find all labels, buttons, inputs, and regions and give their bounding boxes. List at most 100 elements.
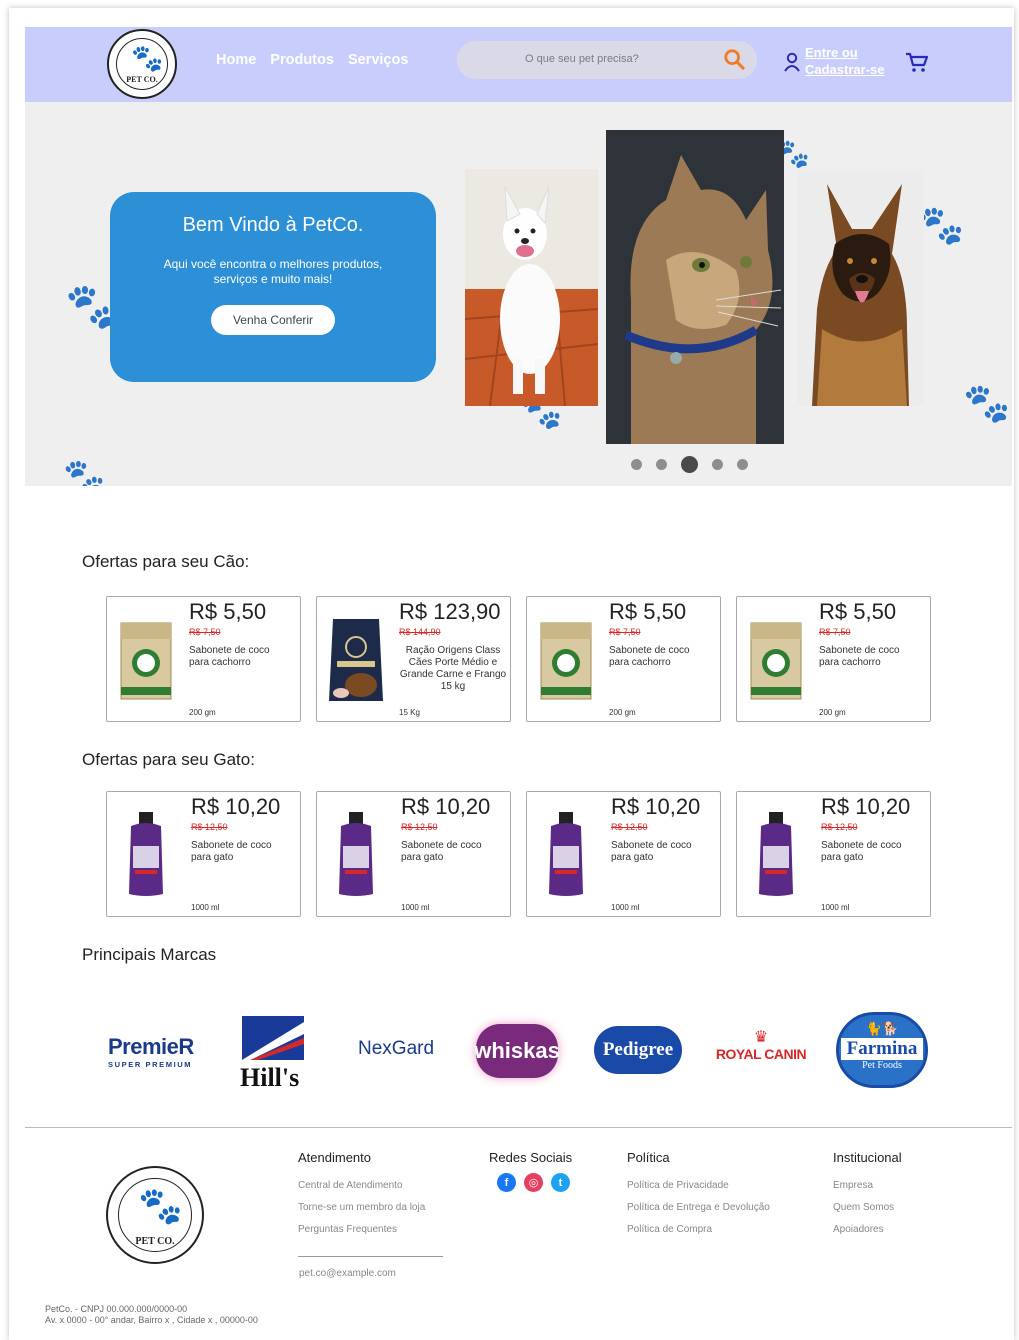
footer-logo[interactable]: 🐾 PET CO. — [106, 1166, 204, 1264]
soap-box-image — [120, 622, 172, 700]
facebook-icon[interactable]: f — [497, 1173, 516, 1192]
footer-line — [298, 1256, 443, 1257]
paw-decoration-icon: 🐾 — [63, 458, 106, 486]
brand-farmina[interactable]: 🐈🐕 Farmina Pet Foods — [836, 1012, 928, 1088]
product-description: Sabonete de coco para cachorro — [819, 645, 900, 668]
shampoo-bottle-image — [549, 812, 583, 896]
brand-nexgard[interactable]: NexGard — [358, 1038, 434, 1060]
product-price: R$ 10,20 — [821, 794, 911, 819]
footer-politica: Política Política de Privacidade Polític… — [627, 1150, 770, 1235]
footer-link[interactable]: Apoiadores — [833, 1224, 902, 1235]
footer-link[interactable]: Perguntas Frequentes — [298, 1224, 425, 1235]
dog-offers-title: Ofertas para seu Cão: — [82, 552, 250, 571]
carousel-dot[interactable] — [656, 459, 667, 470]
footer-divider — [25, 1127, 1012, 1128]
search-placeholder: O que seu pet precisa? — [525, 53, 639, 65]
carousel-dot[interactable] — [712, 459, 723, 470]
product-old-price: R$ 7,50 — [819, 627, 851, 637]
paw-decoration-icon: 🐾 — [963, 383, 1011, 425]
brands-row: PremieR SUPER PREMIUM Hill's NexGard whi… — [0, 1008, 1019, 1098]
search-input[interactable]: O que seu pet precisa? — [457, 41, 757, 79]
hero-banner: 🐾 🐾 🐾 🐾 🐾 🐾 Bem Vindo à PetCo. Aqui você… — [25, 102, 1012, 486]
product-old-price: R$ 12,50 — [821, 822, 858, 832]
twitter-icon[interactable]: t — [551, 1173, 570, 1192]
cart-icon[interactable] — [905, 51, 929, 73]
cat-offers-list: R$ 10,20 R$ 12,50 Sabonete de coco para … — [106, 791, 931, 917]
product-price: R$ 5,50 — [189, 599, 267, 624]
footer-email-link[interactable]: pet.co@example.com — [299, 1268, 396, 1279]
brands-title: Principais Marcas — [82, 945, 217, 964]
product-size: 1000 ml — [821, 903, 850, 912]
footer-link[interactable]: Política de Compra — [627, 1224, 770, 1235]
hills-emblem-icon — [242, 1016, 304, 1064]
product-card[interactable]: R$ 10,20 R$ 12,50 Sabonete de coco para … — [526, 791, 721, 917]
footer-link[interactable]: Central de Atendimento — [298, 1180, 425, 1191]
dog-food-bag-image — [329, 619, 383, 701]
product-description: Sabonete de coco para gato — [821, 840, 902, 863]
product-old-price: R$ 144,90 — [399, 627, 441, 637]
company-address: PetCo. - CNPJ 00.000.000/0000-00 Av. x 0… — [45, 1304, 258, 1325]
product-price: R$ 123,90 — [399, 599, 501, 624]
product-description: Sabonete de coco para gato — [191, 840, 272, 863]
nav-servicos[interactable]: Serviços — [348, 52, 408, 68]
product-old-price: R$ 7,50 — [189, 627, 221, 637]
crown-icon: ♛ — [753, 1029, 769, 1046]
product-price: R$ 5,50 — [609, 599, 687, 624]
carousel-dot[interactable] — [631, 459, 642, 470]
hero-title: Bem Vindo à PetCo. — [182, 214, 364, 236]
product-description: Sabonete de coco para cachorro — [609, 645, 690, 668]
product-card[interactable]: R$ 10,20 R$ 12,50 Sabonete de coco para … — [736, 791, 931, 917]
footer-institucional: Institucional Empresa Quem Somos Apoiado… — [833, 1150, 902, 1235]
shampoo-bottle-image — [129, 812, 163, 896]
product-size: 1000 ml — [611, 903, 640, 912]
footer-link[interactable]: Torne-se um membro da loja — [298, 1202, 425, 1213]
product-card[interactable]: R$ 5,50 R$ 7,50 Sabonete de coco para ca… — [736, 596, 931, 722]
brand-hills[interactable]: Hill's — [236, 1014, 314, 1094]
product-size: 15 Kg — [399, 708, 420, 717]
product-price: R$ 5,50 — [819, 599, 897, 624]
product-size: 200 gm — [609, 708, 636, 717]
shampoo-bottle-image — [759, 812, 793, 896]
venha-conferir-button[interactable]: Venha Conferir — [210, 305, 336, 335]
brand-premier[interactable]: PremieR SUPER PREMIUM — [108, 1034, 194, 1069]
product-card[interactable]: R$ 10,20 R$ 12,50 Sabonete de coco para … — [106, 791, 301, 917]
product-card[interactable]: R$ 10,20 R$ 12,50 Sabonete de coco para … — [316, 791, 511, 917]
product-old-price: R$ 12,50 — [191, 822, 228, 832]
product-size: 200 gm — [819, 708, 846, 717]
paw-icon: 🐾 — [138, 1185, 183, 1226]
paw-icon: 🐾 — [131, 43, 164, 73]
product-card[interactable]: R$ 5,50 R$ 7,50 Sabonete de coco para ca… — [106, 596, 301, 722]
footer-link[interactable]: Empresa — [833, 1180, 902, 1191]
footer-link[interactable]: Quem Somos — [833, 1202, 902, 1213]
white-dog-photo — [465, 169, 598, 406]
welcome-card: Bem Vindo à PetCo. Aqui você encontra o … — [110, 192, 436, 382]
product-old-price: R$ 7,50 — [609, 627, 641, 637]
nav-produtos[interactable]: Produtos — [270, 52, 334, 68]
footer-link[interactable]: Política de Privacidade — [627, 1180, 770, 1191]
user-icon[interactable] — [783, 52, 801, 72]
product-description: Sabonete de coco para gato — [401, 840, 482, 863]
search-icon[interactable] — [723, 48, 745, 70]
nav-home[interactable]: Home — [216, 52, 256, 68]
main-nav: Home Produtos Serviços — [216, 52, 408, 68]
brand-royal-canin[interactable]: ♛ ROYAL CANIN — [712, 1029, 810, 1063]
brand-whiskas[interactable]: whiskas — [474, 1024, 560, 1078]
carousel-dot[interactable] — [737, 459, 748, 470]
footer-link[interactable]: Política de Entrega e Devolução — [627, 1202, 770, 1213]
product-size: 1000 ml — [401, 903, 430, 912]
brand-pedigree[interactable]: Pedigree — [594, 1026, 682, 1074]
carousel-dot-active[interactable] — [681, 456, 698, 473]
product-description: Sabonete de coco para cachorro — [189, 645, 270, 668]
product-description: Ração Origens Class Cães Porte Médio e G… — [399, 645, 507, 692]
shampoo-bottle-image — [339, 812, 373, 896]
soap-box-image — [540, 622, 592, 700]
login-link[interactable]: Entre ou Cadastrar-se — [805, 44, 885, 78]
cat-photo — [606, 130, 784, 444]
header-logo[interactable]: 🐾 PET CO. — [107, 29, 177, 99]
product-card[interactable]: R$ 123,90 R$ 144,90 Ração Origens Class … — [316, 596, 511, 722]
product-price: R$ 10,20 — [401, 794, 491, 819]
product-old-price: R$ 12,50 — [401, 822, 438, 832]
instagram-icon[interactable]: ◎ — [524, 1173, 543, 1192]
product-card[interactable]: R$ 5,50 R$ 7,50 Sabonete de coco para ca… — [526, 596, 721, 722]
paw-decoration-icon: 🐾 — [917, 205, 965, 247]
